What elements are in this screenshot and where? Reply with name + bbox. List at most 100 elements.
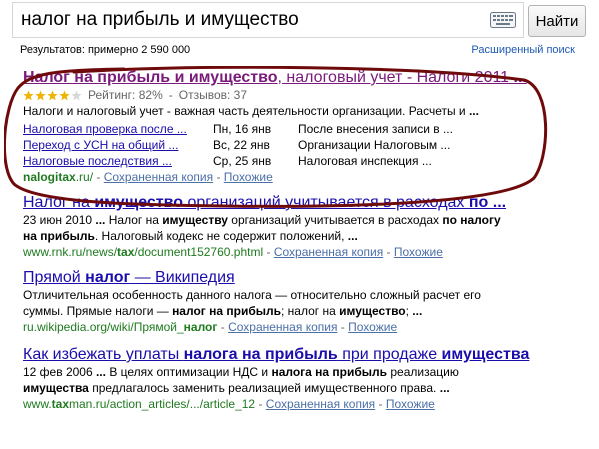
result-title-part: организаций учитывается в расходах: [183, 194, 469, 211]
result-title-link[interactable]: Налог на прибыль и имущество, налоговый …: [23, 68, 583, 87]
sitelink-date: Вс, 22 янв: [213, 138, 270, 152]
result-title-part: имущества: [441, 346, 530, 363]
rating-label: Рейтинг: 82%: [88, 88, 163, 102]
result-title-part: ...: [513, 69, 527, 86]
sitelinks: Налоговая проверка после ... Пн, 16 янв По…: [23, 121, 583, 169]
snippet-part: ...: [468, 104, 479, 118]
result-url[interactable]: www.rnk.ru/news/tax/document152760.phtml: [23, 245, 263, 259]
search-result: Как избежать уплаты налога на прибыль пр…: [23, 345, 583, 412]
url-part: tax: [51, 397, 70, 411]
result-title-part: Как избежать уплаты: [23, 346, 184, 363]
url-part: www.: [23, 397, 52, 411]
snippet-part: Отличительная особенность данного налога…: [23, 288, 481, 302]
result-snippet-line: Налоги и налоговый учет - важная часть д…: [23, 103, 583, 119]
rating-line: Рейтинг: 82% - Отзывов: 37: [23, 87, 583, 103]
snippet-part: 12 фев 2006: [23, 365, 96, 379]
cached-copy-link[interactable]: Сохраненная копия: [104, 170, 213, 184]
result-title-part: налога на прибыль: [183, 346, 338, 363]
result-url-line: www.taxman.ru/action_articles/.../articl…: [23, 396, 583, 412]
url-separator: -: [216, 170, 221, 184]
snippet-part: по налогу: [442, 213, 501, 227]
result-snippet-line: имущества предлагалось заменить реализац…: [23, 380, 583, 396]
sitelink-desc: Организации Налоговым ...: [298, 138, 451, 152]
url-part: налог: [183, 320, 218, 334]
advanced-search-link[interactable]: Расширенный поиск: [471, 44, 575, 56]
search-button[interactable]: Найти: [528, 5, 586, 37]
result-snippet-line: на прибыль. Налоговый кодекс не содержит…: [23, 228, 583, 244]
result-title-link[interactable]: Прямой налог — Википедия: [23, 268, 583, 287]
result-title-link[interactable]: Как избежать уплаты налога на прибыль пр…: [23, 345, 583, 364]
results-meta: Результатов: примерно 2 590 000 Расширен…: [20, 44, 575, 56]
url-separator: -: [340, 320, 345, 334]
snippet-part: Налоги и налоговый учет - важная часть д…: [23, 104, 469, 118]
results-list: Налог на прибыль и имущество, налоговый …: [23, 68, 583, 412]
url-separator: -: [386, 245, 391, 259]
result-title-part: по ...: [468, 194, 507, 211]
url-part: .ru/: [75, 170, 94, 184]
snippet-part: предлагалось заменить реализацией имущес…: [88, 381, 440, 395]
sitelink-row: Переход с УСН на общий ... Вс, 22 янв Орга…: [23, 137, 583, 153]
result-title-part: при продаже: [337, 346, 442, 363]
cached-copy-link[interactable]: Сохраненная копия: [274, 245, 383, 259]
snippet-part: суммы. Прямые налоги —: [23, 304, 173, 318]
virtual-keyboard-button[interactable]: [482, 2, 524, 38]
sitelink-date: Ср, 25 янв: [213, 154, 272, 168]
cached-copy-link[interactable]: Сохраненная копия: [266, 397, 375, 411]
similar-link[interactable]: Похожие: [348, 320, 397, 334]
result-title-part: Прямой: [23, 269, 86, 286]
similar-link[interactable]: Похожие: [394, 245, 443, 259]
rating-separator: -: [168, 88, 173, 102]
sitelink-desc: После внесения записи в ...: [298, 122, 453, 136]
search-input[interactable]: [12, 2, 482, 38]
result-snippet-line: 12 фев 2006 ... В целях оптимизации НДС …: [23, 364, 583, 380]
sitelink-title[interactable]: Налоговые последствия ...: [23, 153, 213, 169]
star-icon: [47, 90, 58, 100]
sitelink-desc: Налоговая инспекция ...: [298, 154, 432, 168]
result-title-link[interactable]: Налог на имущество организаций учитывает…: [23, 193, 583, 212]
snippet-part: ; налог на: [280, 304, 340, 318]
result-url-line: ru.wikipedia.org/wiki/Прямой_налог - Сох…: [23, 319, 583, 335]
star-icon: [23, 90, 34, 100]
sitelink-row: Налоговые последствия ... Ср, 25 янв Налог…: [23, 153, 583, 169]
result-url-line: www.rnk.ru/news/tax/document152760.phtml…: [23, 244, 583, 260]
sitelink-title[interactable]: Переход с УСН на общий ...: [23, 137, 213, 153]
sitelink-title[interactable]: Налоговая проверка после ...: [23, 121, 213, 137]
star-icon: [35, 90, 46, 100]
result-title-part: Налог на прибыль и имущество: [23, 69, 278, 86]
snippet-part: ...: [439, 381, 450, 395]
url-separator: -: [378, 397, 383, 411]
result-url[interactable]: ru.wikipedia.org/wiki/Прямой_налог: [23, 320, 217, 334]
snippet-part: Налог на: [105, 213, 163, 227]
similar-link[interactable]: Похожие: [224, 170, 273, 184]
snippet-part: налога на прибыль: [271, 365, 388, 379]
snippet-part: реализацию: [387, 365, 459, 379]
snippet-part: имущество: [339, 304, 406, 318]
result-title-part: — Википедия: [130, 269, 235, 286]
search-result: Налог на прибыль и имущество, налоговый …: [23, 68, 583, 185]
snippet-part: . Налоговый кодекс не содержит положений…: [94, 229, 348, 243]
url-part: /document152760.phtml: [134, 245, 264, 259]
url-part: www.rnk.ru/news/: [23, 245, 118, 259]
result-snippet-line: 23 июн 2010 ... Налог на имуществу орган…: [23, 212, 583, 228]
similar-link[interactable]: Похожие: [386, 397, 435, 411]
search-bar: Найти: [12, 2, 586, 40]
snippet-part: имуществу: [162, 213, 228, 227]
results-count: Результатов: примерно 2 590 000: [20, 44, 191, 56]
snippet-part: организаций учитывается в расходах: [227, 213, 443, 227]
snippet-part: налог на прибыль: [172, 304, 281, 318]
star-icon: [71, 90, 82, 100]
result-url[interactable]: nalogitax.ru/: [23, 170, 93, 184]
result-snippet-line: Отличительная особенность данного налога…: [23, 287, 583, 303]
rating-stars: [23, 90, 82, 101]
url-separator: -: [258, 397, 263, 411]
url-part: man.ru/action_articles/.../article_12: [69, 397, 256, 411]
search-result: Прямой налог — Википедия Отличительная ос…: [23, 268, 583, 335]
star-icon: [59, 90, 70, 100]
result-url[interactable]: www.taxman.ru/action_articles/.../articl…: [23, 397, 255, 411]
url-separator: -: [220, 320, 225, 334]
result-title-part: , налоговый учет - Налоги 2011: [277, 69, 514, 86]
snippet-part: ...: [95, 213, 106, 227]
result-title-part: налог: [85, 269, 131, 286]
snippet-part: имущества: [23, 381, 89, 395]
cached-copy-link[interactable]: Сохраненная копия: [228, 320, 337, 334]
